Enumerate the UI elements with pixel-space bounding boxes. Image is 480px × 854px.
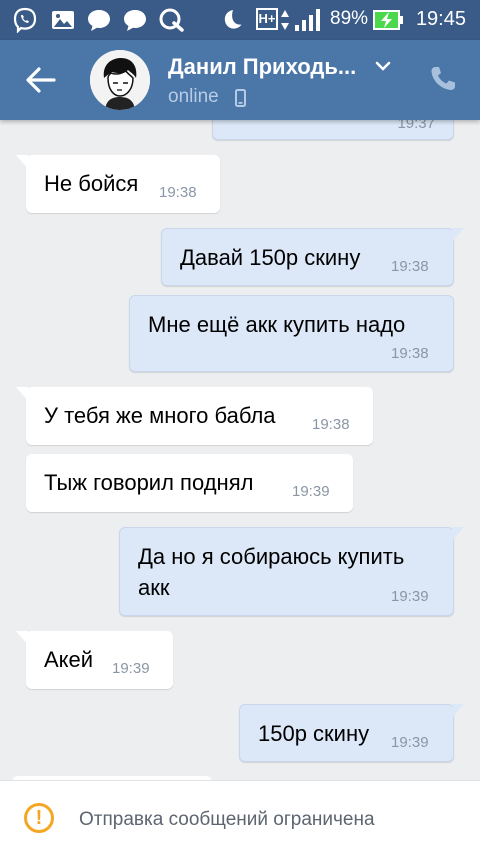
mobile-phone-icon bbox=[235, 89, 246, 107]
chat-icon bbox=[124, 10, 146, 31]
message-time: 19:39 bbox=[292, 483, 330, 500]
message-text: 150р скину bbox=[258, 721, 370, 746]
restriction-notice: Отправка сообщений ограничена bbox=[79, 809, 375, 830]
bubble-tail bbox=[16, 631, 28, 645]
contact-status: online bbox=[168, 86, 219, 107]
message-time: 19:39 bbox=[391, 588, 429, 605]
bubble-tail bbox=[16, 155, 28, 169]
bubble-tail bbox=[452, 704, 464, 718]
message-time: 19:39 bbox=[391, 734, 429, 751]
message-time: 19:38 bbox=[391, 345, 429, 362]
message-text: У тебя же много бабла bbox=[44, 403, 276, 428]
message-text: Давай 150р скину bbox=[180, 245, 361, 270]
message-text: Мне ещё акк купить надо bbox=[148, 312, 406, 337]
warning-icon: ! bbox=[24, 803, 54, 833]
bubble-tail bbox=[16, 387, 28, 401]
message-time: 19:38 bbox=[391, 258, 429, 275]
message-text: Да но я собираюсь купить bbox=[138, 544, 405, 569]
message-bubble-outgoing[interactable]: Давай 150р скину 19:38 bbox=[161, 228, 464, 286]
message-bubble-incoming[interactable]: У тебя же много бабла 19:38 bbox=[16, 387, 373, 445]
gallery-icon bbox=[52, 11, 74, 29]
message-text: Не бойся bbox=[44, 171, 139, 196]
message-bubble-incoming[interactable]: Акей 19:39 bbox=[16, 631, 173, 689]
message-time: 19:39 bbox=[112, 660, 150, 677]
message-time: 19:38 bbox=[159, 184, 197, 201]
status-bar: H+ 89% 19:45 bbox=[0, 0, 480, 40]
message-bubble-outgoing[interactable]: Мне ещё акк купить надо 19:38 bbox=[129, 295, 454, 372]
message-text-line2: акк bbox=[138, 575, 170, 600]
call-icon[interactable] bbox=[428, 64, 458, 94]
chat-header: Данил Приходь... online bbox=[0, 40, 480, 120]
clock: 19:45 bbox=[415, 8, 466, 30]
bubble-tail bbox=[452, 228, 464, 242]
message-bubble-outgoing[interactable]: Да но я собираюсь купить акк 19:39 bbox=[119, 527, 464, 616]
viber-icon bbox=[13, 7, 37, 33]
contact-name[interactable]: Данил Приходь... bbox=[168, 54, 356, 80]
data-arrows-icon bbox=[281, 10, 289, 30]
message-bubble-outgoing[interactable]: 19:37 bbox=[212, 120, 454, 140]
moon-icon bbox=[224, 10, 242, 29]
message-time: 19:38 bbox=[312, 416, 350, 433]
battery-charging-icon bbox=[373, 10, 403, 30]
messaging-restricted-bar: ! Отправка сообщений ограничена bbox=[0, 780, 480, 854]
message-time: 19:37 bbox=[397, 120, 435, 132]
message-bubble-incoming[interactable]: Не бойся 19:38 bbox=[16, 155, 220, 213]
message-list[interactable]: 19:37 Не бойся 19:38 Давай 150р скину 19… bbox=[0, 120, 480, 780]
message-bubble-incoming[interactable]: Тыж говорил поднял 19:39 bbox=[26, 454, 353, 512]
avatar[interactable] bbox=[90, 50, 150, 110]
q-icon bbox=[159, 8, 184, 32]
network-h-plus-icon: H+ bbox=[256, 8, 278, 30]
bubble-tail bbox=[452, 527, 464, 541]
message-bubble-outgoing[interactable]: 150р скину 19:39 bbox=[239, 704, 464, 762]
chevron-down-icon[interactable] bbox=[375, 60, 391, 72]
chat-icon bbox=[88, 10, 110, 31]
signal-icon bbox=[295, 9, 320, 31]
battery-percent: 89% bbox=[330, 8, 369, 29]
message-text: Тыж говорил поднял bbox=[44, 470, 254, 495]
message-text: Акей bbox=[44, 647, 94, 672]
back-arrow-icon[interactable] bbox=[24, 64, 58, 96]
